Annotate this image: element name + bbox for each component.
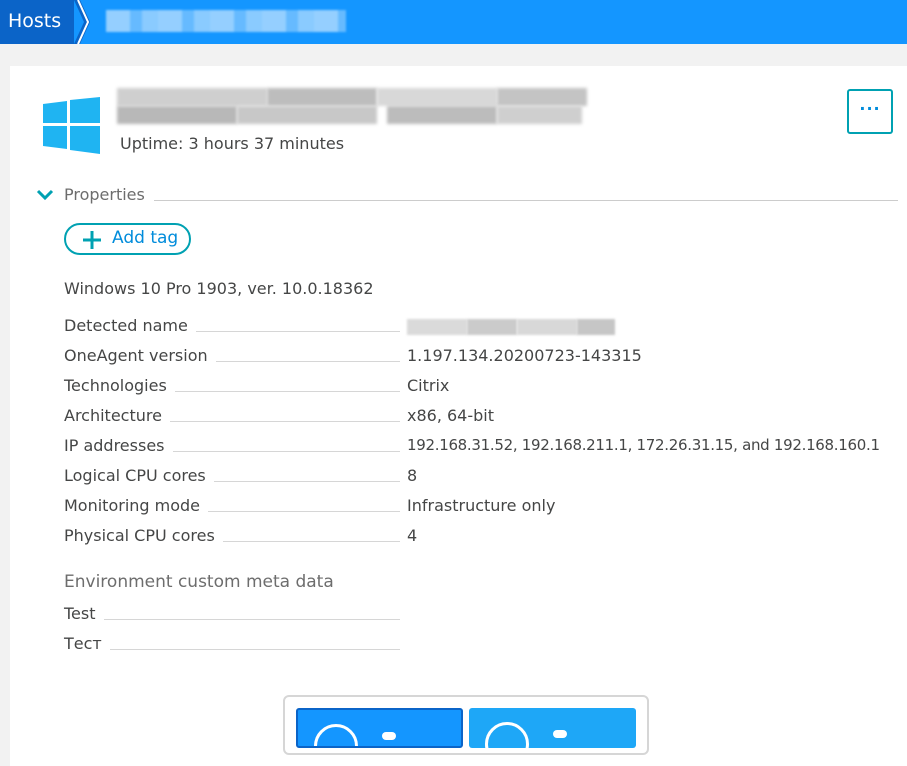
breadcrumb-separator-icon [74, 0, 90, 44]
top-bar: Hosts [0, 0, 907, 44]
property-row-detected-name: Detected name [64, 316, 864, 340]
property-value: 1.197.134.20200723-143315 [407, 346, 642, 365]
property-key: OneAgent version [64, 346, 216, 365]
property-row-architecture: Architecture x86, 64-bit [64, 406, 864, 430]
os-description: Windows 10 Pro 1903, ver. 10.0.18362 [64, 279, 374, 298]
property-key: Physical CPU cores [64, 526, 223, 545]
property-row-ip-addresses: IP addresses 192.168.31.52, 192.168.211.… [64, 436, 880, 460]
breadcrumb-hosts[interactable]: Hosts [0, 0, 74, 44]
plus-icon [83, 231, 101, 249]
property-value: 8 [407, 466, 418, 485]
properties-label[interactable]: Properties [64, 185, 149, 204]
property-key: Detected name [64, 316, 196, 335]
property-key: Logical CPU cores [64, 466, 214, 485]
progress-ring-gap [485, 722, 529, 748]
properties-section-header: Properties [36, 184, 898, 208]
property-row-oneagent-version: OneAgent version 1.197.134.20200723-1433… [64, 346, 864, 370]
property-key: Architecture [64, 406, 170, 425]
windows-logo-icon [43, 97, 100, 154]
property-value: 192.168.31.52, 192.168.211.1, 172.26.31.… [407, 436, 880, 454]
property-value: x86, 64-bit [407, 406, 495, 425]
row-leader-line [64, 649, 400, 650]
detected-name-redacted [407, 319, 615, 335]
property-value: 4 [407, 526, 418, 545]
property-value: Infrastructure only [407, 496, 556, 515]
property-value: Citrix [407, 376, 450, 395]
custom-meta-row-test-cyrillic: Тест [64, 634, 864, 658]
uptime-text: Uptime: 3 hours 37 minutes [120, 134, 345, 153]
property-row-technologies: Technologies Citrix [64, 376, 864, 400]
custom-meta-row-test: Test [64, 604, 864, 628]
property-key: Monitoring mode [64, 496, 209, 515]
metric-tile-button-2[interactable] [469, 708, 636, 748]
property-key: Technologies [64, 376, 175, 395]
metric-tile-button-1[interactable] [296, 708, 463, 748]
chevron-down-icon[interactable] [36, 188, 54, 202]
tile-label-fragment [382, 732, 396, 740]
property-row-physical-cpu-cores: Physical CPU cores 4 [64, 526, 864, 550]
custom-meta-key: Test [64, 604, 104, 623]
custom-meta-key: Тест [64, 634, 110, 653]
add-tag-label: Add tag [112, 228, 179, 248]
progress-ring-gap [314, 724, 358, 746]
breadcrumb-host-name-redacted[interactable] [106, 10, 346, 32]
section-divider [154, 200, 898, 201]
property-row-monitoring-mode: Monitoring mode Infrastructure only [64, 496, 864, 520]
property-key: IP addresses [64, 436, 173, 455]
custom-meta-title: Environment custom meta data [64, 572, 334, 592]
more-actions-button[interactable]: ··· [847, 89, 893, 134]
property-row-logical-cpu-cores: Logical CPU cores 8 [64, 466, 864, 490]
add-tag-button[interactable]: Add tag [64, 223, 191, 255]
row-leader-line [64, 619, 400, 620]
host-name-redacted [117, 86, 587, 128]
